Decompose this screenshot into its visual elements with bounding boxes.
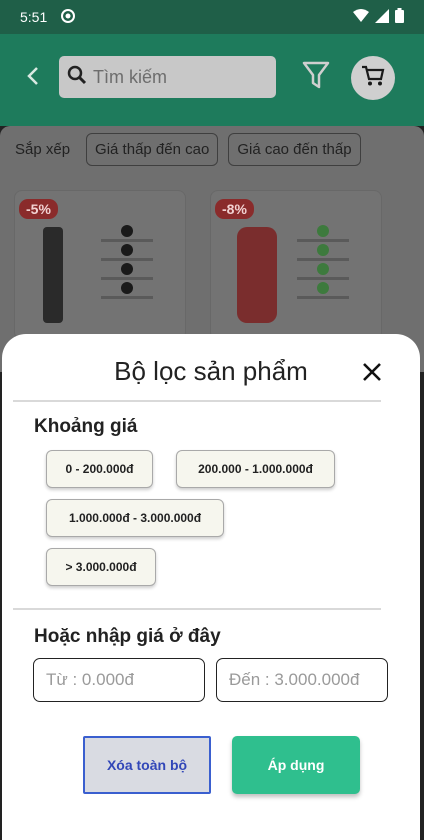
back-arrow-icon[interactable] — [22, 64, 46, 88]
search-icon — [67, 65, 87, 90]
search-placeholder: Tìm kiếm — [93, 66, 167, 87]
price-range-title: Khoảng giá — [34, 416, 138, 437]
battery-icon — [395, 8, 404, 26]
sort-low-to-high[interactable]: Giá thấp đến cao — [86, 132, 219, 166]
cart-button[interactable] — [351, 56, 395, 100]
sort-label: Sắp xếp — [15, 140, 71, 158]
close-icon[interactable] — [360, 360, 384, 384]
product-card[interactable]: -5% — [14, 190, 186, 340]
product-features — [93, 225, 161, 299]
divider — [13, 608, 381, 610]
filter-sheet: Bộ lọc sản phẩm Khoảng giá 0 - 200.000đ … — [2, 334, 420, 840]
sort-high-to-low[interactable]: Giá cao đến thấp — [228, 132, 361, 166]
price-range-chip[interactable]: 200.000 - 1.000.000đ — [176, 450, 335, 488]
discount-badge: -8% — [215, 199, 254, 219]
search-input[interactable]: Tìm kiếm — [59, 56, 276, 98]
product-features — [289, 225, 357, 299]
clear-all-button[interactable]: Xóa toàn bộ — [83, 736, 211, 794]
sheet-title: Bộ lọc sản phẩm — [114, 356, 308, 386]
price-range-chip[interactable]: 1.000.000đ - 3.000.000đ — [46, 499, 224, 537]
apply-button[interactable]: Áp dụng — [232, 736, 360, 794]
notification-icon — [61, 8, 76, 26]
price-range-chip[interactable]: 0 - 200.000đ — [46, 450, 153, 488]
manual-price-title: Hoặc nhập giá ở đây — [34, 626, 221, 647]
discount-badge: -5% — [19, 199, 58, 219]
product-image — [43, 227, 63, 323]
sort-bar: Sắp xếp Giá thấp đến cao Giá cao đến thấ… — [0, 126, 424, 172]
signal-icon — [375, 8, 389, 26]
product-image — [237, 227, 277, 323]
product-card[interactable]: -8% — [210, 190, 382, 340]
price-range-chip[interactable]: > 3.000.000đ — [46, 548, 156, 586]
status-bar: 5:51 — [0, 0, 424, 34]
price-to-field[interactable] — [216, 658, 388, 702]
app-header: Tìm kiếm — [0, 34, 424, 126]
cart-icon — [361, 65, 385, 92]
wifi-icon — [353, 8, 369, 26]
filter-icon[interactable] — [302, 60, 330, 90]
status-time: 5:51 — [20, 9, 48, 25]
divider — [13, 400, 381, 402]
price-from-field[interactable] — [33, 658, 205, 702]
